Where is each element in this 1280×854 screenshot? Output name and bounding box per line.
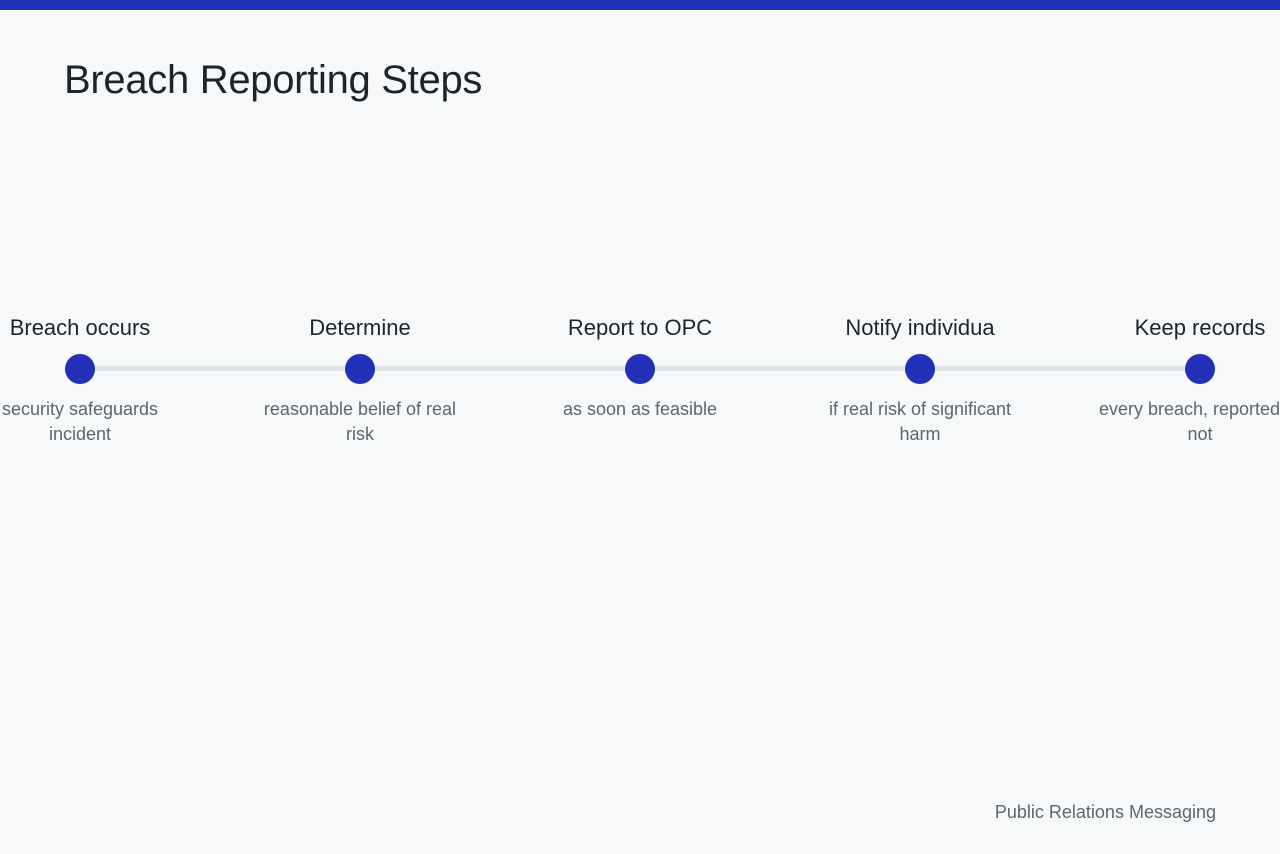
step-description: every breach, reported or not [1098, 399, 1280, 444]
timeline-step-determine: Determine reasonable belief of real risk [250, 0, 470, 854]
step-description: as soon as feasible [562, 399, 718, 419]
step-marker [905, 354, 935, 384]
timeline-step-keep-records: Keep records every breach, reported or n… [1090, 0, 1280, 854]
step-description: if real risk of significant harm [828, 399, 1012, 444]
step-marker [1185, 354, 1215, 384]
timeline-step-report-to-opc: Report to OPC as soon as feasible [530, 0, 750, 854]
step-marker [345, 354, 375, 384]
step-label: Determine [309, 315, 411, 340]
step-label: Breach occurs [9, 315, 151, 340]
step-label: Report to OPC [567, 315, 713, 340]
step-label: Notify individua [845, 315, 995, 340]
footer-caption: Public Relations Messaging [994, 802, 1216, 822]
step-label: Keep records [1134, 315, 1266, 340]
step-marker [625, 354, 655, 384]
step-marker [65, 354, 95, 384]
breach-steps-timeline: Breach occurs security safeguards incide… [0, 0, 1280, 854]
timeline-step-notify-individuals: Notify individua if real risk of signifi… [810, 0, 1030, 854]
step-description: security safeguards incident [1, 399, 159, 444]
step-description: reasonable belief of real risk [263, 399, 457, 444]
timeline-step-breach-occurs: Breach occurs security safeguards incide… [0, 0, 190, 854]
